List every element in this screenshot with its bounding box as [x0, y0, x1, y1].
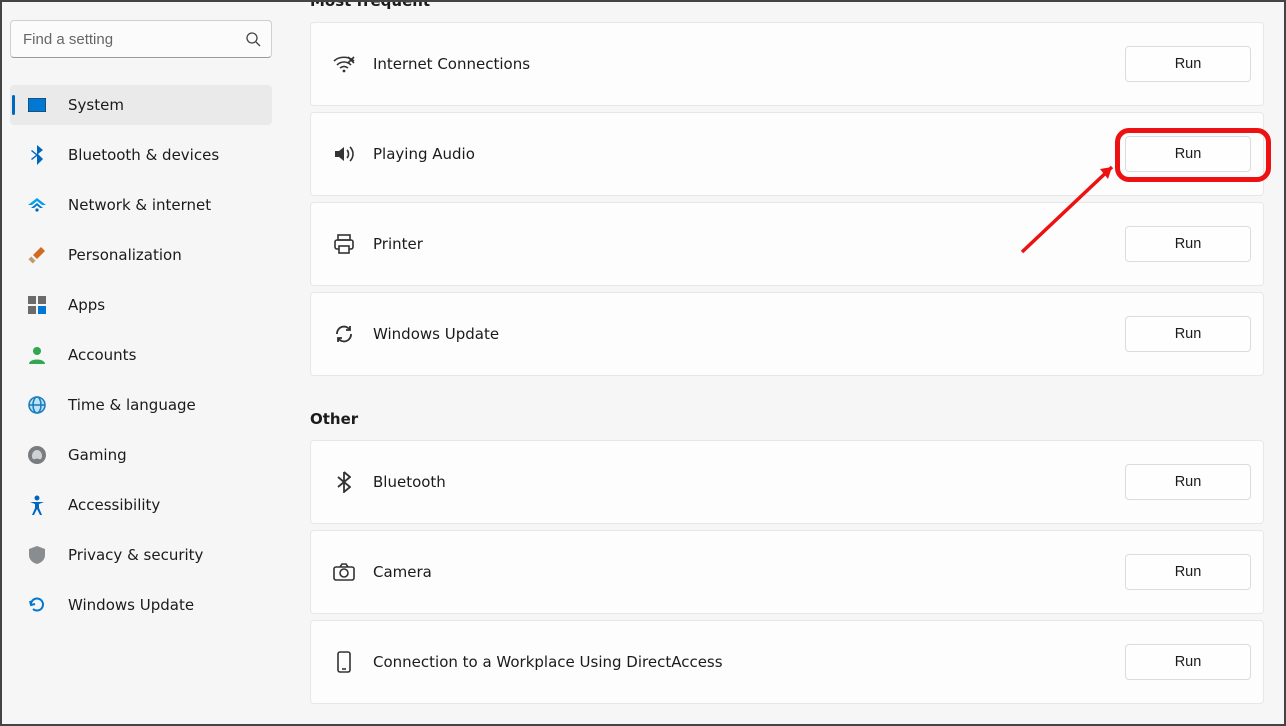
time-language-icon — [26, 396, 48, 414]
sidebar-item-label: Time & language — [68, 396, 196, 414]
sidebar-item-label: Windows Update — [68, 596, 194, 614]
troubleshooter-label: Connection to a Workplace Using DirectAc… — [373, 653, 1125, 671]
troubleshooter-list-most-frequent: Internet Connections Run Playing Audio R… — [310, 22, 1264, 376]
accounts-icon — [26, 346, 48, 364]
sidebar-item-label: Bluetooth & devices — [68, 146, 219, 164]
sidebar-item-accounts[interactable]: Accounts — [10, 335, 272, 375]
wifi-icon — [329, 55, 359, 73]
sidebar-item-windows-update[interactable]: Windows Update — [10, 585, 272, 625]
accessibility-icon — [26, 495, 48, 515]
troubleshooter-row-playing-audio: Playing Audio Run — [310, 112, 1264, 196]
sidebar-item-privacy-security[interactable]: Privacy & security — [10, 535, 272, 575]
sidebar-nav: System Bluetooth & devices Network & int… — [10, 80, 272, 630]
phone-icon — [329, 651, 359, 673]
run-button-playing-audio[interactable]: Run — [1125, 136, 1251, 172]
troubleshooter-label: Playing Audio — [373, 145, 1125, 163]
search-icon — [245, 31, 261, 47]
run-button-internet-connections[interactable]: Run — [1125, 46, 1251, 82]
troubleshooter-row-camera: Camera Run — [310, 530, 1264, 614]
sidebar-item-system[interactable]: System — [10, 85, 272, 125]
troubleshooter-label: Camera — [373, 563, 1125, 581]
sidebar-item-network-internet[interactable]: Network & internet — [10, 185, 272, 225]
sidebar-item-personalization[interactable]: Personalization — [10, 235, 272, 275]
run-button-directaccess[interactable]: Run — [1125, 644, 1251, 680]
sidebar-item-label: Accounts — [68, 346, 136, 364]
settings-window: System Bluetooth & devices Network & int… — [0, 0, 1286, 726]
section-title-most-frequent: Most frequent — [310, 2, 1264, 10]
sidebar-item-label: Privacy & security — [68, 546, 203, 564]
printer-icon — [329, 234, 359, 254]
gaming-icon — [26, 446, 48, 464]
run-button-windows-update[interactable]: Run — [1125, 316, 1251, 352]
main-content: Most frequent Internet Connections Run P… — [280, 2, 1284, 724]
troubleshooter-row-directaccess: Connection to a Workplace Using DirectAc… — [310, 620, 1264, 704]
run-button-bluetooth[interactable]: Run — [1125, 464, 1251, 500]
search-input[interactable] — [21, 30, 245, 49]
sidebar-item-label: Personalization — [68, 246, 182, 264]
sidebar-item-gaming[interactable]: Gaming — [10, 435, 272, 475]
personalization-icon — [26, 246, 48, 264]
troubleshooter-row-internet-connections: Internet Connections Run — [310, 22, 1264, 106]
network-icon — [26, 198, 48, 212]
sidebar-item-label: Accessibility — [68, 496, 160, 514]
run-button-camera[interactable]: Run — [1125, 554, 1251, 590]
search-field[interactable] — [10, 20, 272, 58]
sidebar-item-bluetooth-devices[interactable]: Bluetooth & devices — [10, 135, 272, 175]
privacy-icon — [26, 546, 48, 564]
sidebar-item-apps[interactable]: Apps — [10, 285, 272, 325]
troubleshooter-row-bluetooth: Bluetooth Run — [310, 440, 1264, 524]
troubleshooter-list-other: Bluetooth Run Camera Run — [310, 440, 1264, 704]
troubleshooter-label: Windows Update — [373, 325, 1125, 343]
sidebar-item-label: Apps — [68, 296, 105, 314]
audio-icon — [329, 145, 359, 163]
camera-icon — [329, 563, 359, 581]
refresh-icon — [329, 324, 359, 344]
sidebar: System Bluetooth & devices Network & int… — [2, 2, 280, 724]
sidebar-item-accessibility[interactable]: Accessibility — [10, 485, 272, 525]
troubleshooter-label: Internet Connections — [373, 55, 1125, 73]
sidebar-item-label: System — [68, 96, 124, 114]
system-icon — [26, 98, 48, 112]
sidebar-item-time-language[interactable]: Time & language — [10, 385, 272, 425]
sidebar-item-label: Network & internet — [68, 196, 211, 214]
troubleshooter-label: Bluetooth — [373, 473, 1125, 491]
troubleshooter-row-windows-update: Windows Update Run — [310, 292, 1264, 376]
troubleshooter-row-printer: Printer Run — [310, 202, 1264, 286]
troubleshooter-label: Printer — [373, 235, 1125, 253]
bluetooth-icon — [26, 145, 48, 165]
sidebar-item-label: Gaming — [68, 446, 127, 464]
section-title-other: Other — [310, 410, 1264, 428]
apps-icon — [26, 296, 48, 314]
update-icon — [26, 596, 48, 614]
run-button-printer[interactable]: Run — [1125, 226, 1251, 262]
bluetooth-outline-icon — [329, 471, 359, 493]
